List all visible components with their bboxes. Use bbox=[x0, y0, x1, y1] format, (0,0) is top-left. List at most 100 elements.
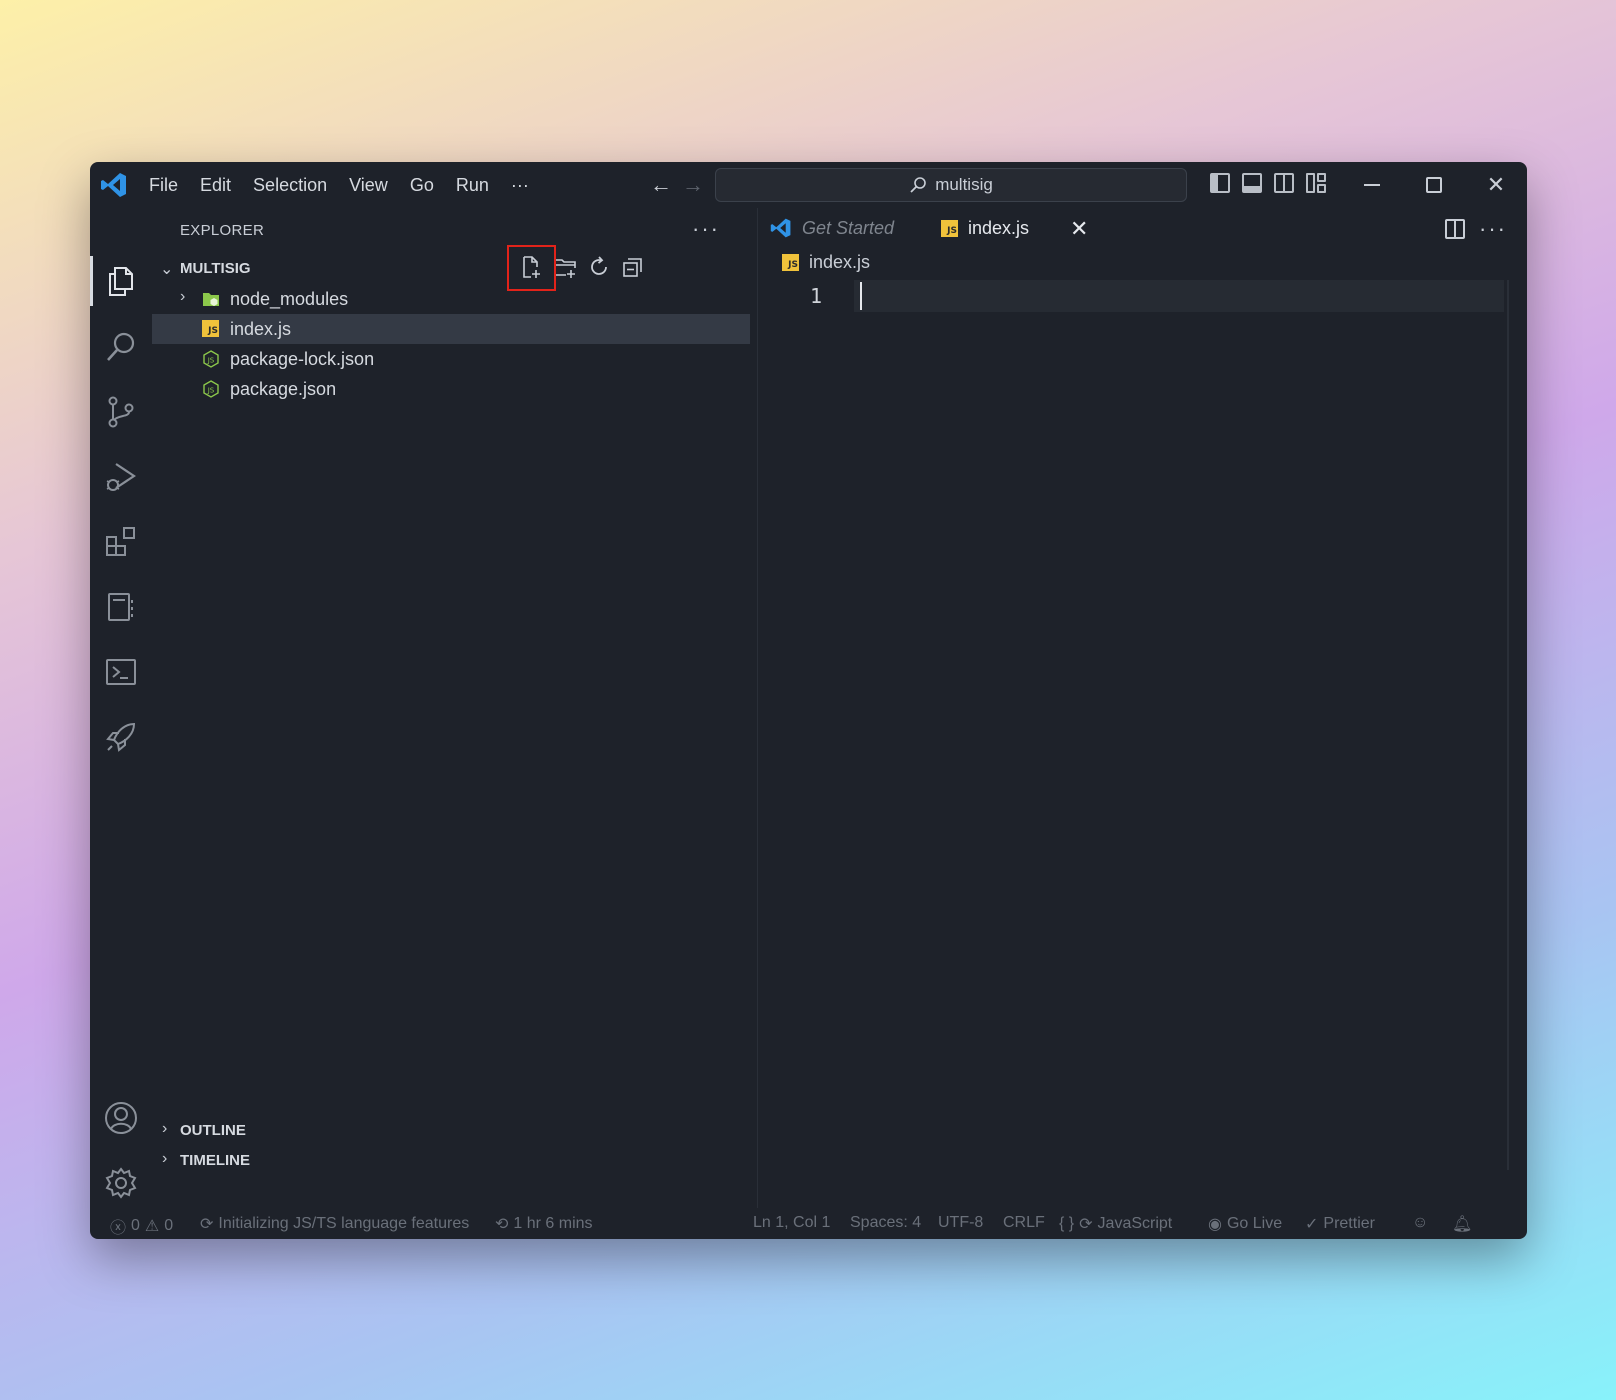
sync-icon: ⟳ bbox=[1079, 1216, 1093, 1233]
search-text: multisig bbox=[935, 175, 993, 194]
explorer-icon[interactable] bbox=[102, 262, 140, 300]
history-icon: ⟲ bbox=[495, 1216, 509, 1233]
notebook-icon[interactable] bbox=[102, 588, 140, 626]
code-line[interactable]: 1 bbox=[758, 280, 1522, 312]
minimize-button[interactable] bbox=[1341, 162, 1403, 208]
rocket-icon[interactable] bbox=[102, 718, 140, 756]
current-line-highlight bbox=[854, 280, 1504, 312]
tree-item-label: index.js bbox=[230, 319, 292, 339]
search-icon[interactable] bbox=[102, 328, 140, 366]
eol-status[interactable]: CRLF bbox=[1003, 1214, 1045, 1232]
broadcast-icon: ◉ bbox=[1208, 1216, 1222, 1233]
menu-run[interactable]: Run bbox=[445, 175, 500, 196]
workspace-folder-header[interactable]: ⌄ MULTISIG bbox=[152, 254, 742, 284]
outline-section[interactable]: › OUTLINE bbox=[152, 1116, 742, 1146]
menu-go[interactable]: Go bbox=[399, 175, 445, 196]
warning-icon: ⚠ bbox=[144, 1218, 160, 1235]
window-controls: ✕ bbox=[1341, 162, 1527, 208]
language-mode-status[interactable]: { } ⟳ JavaScript bbox=[1059, 1214, 1172, 1234]
language-text: JavaScript bbox=[1097, 1215, 1173, 1232]
run-debug-icon[interactable] bbox=[102, 458, 140, 496]
breadcrumb[interactable]: JS index.js bbox=[782, 252, 870, 273]
node-folder-icon bbox=[203, 293, 219, 306]
tab-label: index.js bbox=[968, 217, 1030, 238]
collapse-folders-button[interactable] bbox=[621, 254, 645, 280]
encoding-text: UTF-8 bbox=[938, 1214, 984, 1231]
svg-text:JS: JS bbox=[207, 387, 215, 395]
forward-arrow-icon[interactable]: → bbox=[682, 172, 704, 198]
title-bar: File Edit Selection View Go Run ··· ← → … bbox=[90, 162, 1527, 208]
tab-get-started[interactable]: Get Started bbox=[770, 208, 894, 248]
notifications-status[interactable]: 🔔︎ bbox=[1452, 1214, 1472, 1234]
command-center-search[interactable]: multisig bbox=[715, 168, 1187, 202]
error-count: 0 bbox=[131, 1217, 140, 1234]
tree-item-index-js[interactable]: JS index.js bbox=[152, 314, 750, 344]
explorer-sidebar: EXPLORER ··· ⌄ MULTISIG › node_modules J… bbox=[152, 208, 757, 1208]
menu-file[interactable]: File bbox=[138, 175, 189, 196]
node-json-icon: JS bbox=[203, 350, 219, 368]
breadcrumb-file: index.js bbox=[809, 252, 871, 272]
outline-label: OUTLINE bbox=[180, 1122, 246, 1139]
settings-gear-icon[interactable] bbox=[102, 1164, 140, 1202]
feedback-status[interactable]: ☺ bbox=[1412, 1214, 1428, 1232]
menu-view[interactable]: View bbox=[338, 175, 399, 196]
editor-more-actions[interactable]: ··· bbox=[1479, 216, 1507, 242]
explorer-more-actions[interactable]: ··· bbox=[692, 216, 720, 242]
language-progress-status[interactable]: ⟳ Initializing JS/TS language features bbox=[200, 1214, 469, 1234]
menu-bar: File Edit Selection View Go Run ··· bbox=[138, 162, 540, 208]
js-file-icon: JS bbox=[782, 254, 799, 271]
back-arrow-icon[interactable]: ← bbox=[650, 172, 672, 198]
editor-actions: ··· bbox=[1445, 216, 1507, 242]
error-icon: ⓧ bbox=[110, 1220, 127, 1237]
tab-index-js[interactable]: JS index.js bbox=[941, 208, 1029, 248]
search-icon bbox=[910, 177, 926, 193]
menu-more[interactable]: ··· bbox=[500, 175, 540, 196]
chevron-right-icon: › bbox=[180, 288, 186, 305]
tree-item-package-json[interactable]: JS package.json bbox=[152, 374, 750, 404]
toggle-secondary-sidebar-icon[interactable] bbox=[1274, 173, 1294, 193]
indentation-status[interactable]: Spaces: 4 bbox=[850, 1214, 921, 1232]
toggle-primary-sidebar-icon[interactable] bbox=[1210, 173, 1230, 193]
go-live-text: Go Live bbox=[1226, 1215, 1283, 1232]
go-live-status[interactable]: ◉ Go Live bbox=[1208, 1214, 1282, 1234]
timeline-section[interactable]: › TIMELINE bbox=[152, 1146, 742, 1176]
js-file-icon: JS bbox=[202, 320, 220, 338]
vscode-logo-icon bbox=[101, 173, 126, 197]
status-bar: ⓧ 0 ⚠ 0 ⟳ Initializing JS/TS language fe… bbox=[90, 1208, 1527, 1239]
close-tab-icon[interactable]: ✕ bbox=[1070, 216, 1088, 242]
js-file-icon: JS bbox=[941, 219, 958, 237]
progress-text: Initializing JS/TS language features bbox=[218, 1215, 470, 1232]
source-control-icon[interactable] bbox=[102, 393, 140, 431]
bell-icon: 🔔︎ bbox=[1452, 1216, 1473, 1233]
activity-bar bbox=[90, 208, 152, 1208]
tree-item-node-modules[interactable]: › node_modules bbox=[152, 284, 750, 314]
tree-item-label: node_modules bbox=[230, 289, 349, 309]
time-tracker-status[interactable]: ⟲ 1 hr 6 mins bbox=[495, 1214, 593, 1234]
problems-status[interactable]: ⓧ 0 ⚠ 0 bbox=[110, 1214, 173, 1238]
toggle-panel-icon[interactable] bbox=[1242, 173, 1262, 193]
tree-item-package-lock-json[interactable]: JS package-lock.json bbox=[152, 344, 750, 374]
refresh-explorer-button[interactable] bbox=[587, 254, 611, 280]
maximize-button[interactable] bbox=[1403, 162, 1465, 208]
warning-count: 0 bbox=[164, 1217, 174, 1234]
new-folder-button[interactable] bbox=[553, 254, 577, 280]
close-window-button[interactable]: ✕ bbox=[1465, 162, 1527, 208]
line-number: 1 bbox=[810, 284, 823, 308]
eol-text: CRLF bbox=[1003, 1214, 1045, 1231]
cursor-position-status[interactable]: Ln 1, Col 1 bbox=[753, 1214, 830, 1232]
terminal-icon[interactable] bbox=[102, 653, 140, 691]
cursor-position-text: Ln 1, Col 1 bbox=[753, 1214, 831, 1231]
editor-scrollbar[interactable] bbox=[1507, 280, 1509, 1170]
menu-selection[interactable]: Selection bbox=[242, 175, 338, 196]
account-icon[interactable] bbox=[102, 1099, 140, 1137]
editor-area: Get Started JS index.js ✕ ··· JS index.j… bbox=[757, 208, 1527, 1208]
menu-edit[interactable]: Edit bbox=[189, 175, 242, 196]
extensions-icon[interactable] bbox=[102, 523, 140, 561]
sync-icon: ⟳ bbox=[200, 1216, 214, 1233]
vscode-window: File Edit Selection View Go Run ··· ← → … bbox=[90, 162, 1527, 1239]
split-editor-icon[interactable] bbox=[1445, 219, 1466, 239]
encoding-status[interactable]: UTF-8 bbox=[938, 1214, 983, 1232]
prettier-status[interactable]: ✓ Prettier bbox=[1305, 1214, 1375, 1234]
customize-layout-icon[interactable] bbox=[1306, 173, 1326, 193]
double-check-icon: ✓ bbox=[1305, 1216, 1319, 1233]
